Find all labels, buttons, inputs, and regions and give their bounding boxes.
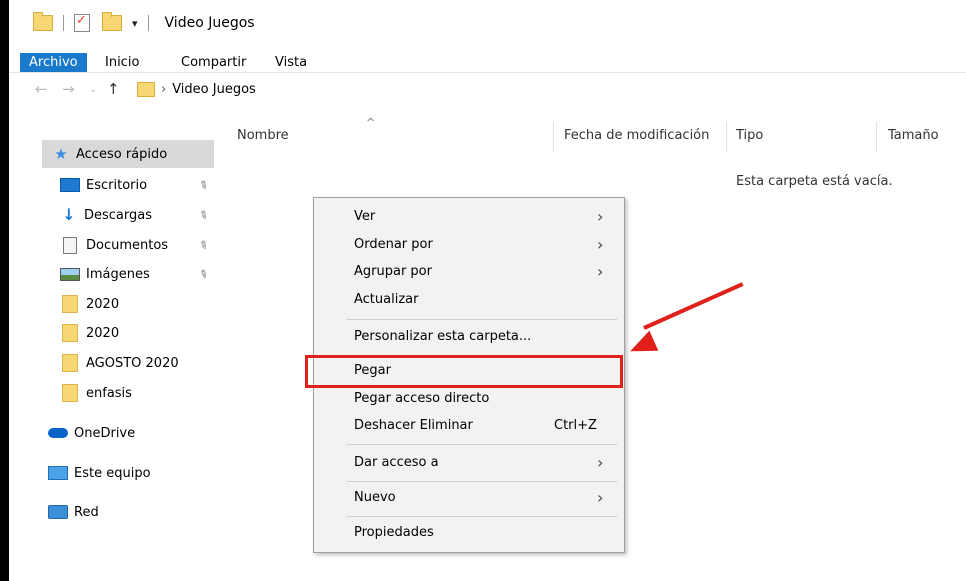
menu-item-ver[interactable]: Ver [354,206,375,228]
shortcut-ctrl-z: Ctrl+Z [554,418,597,433]
forward-arrow-icon[interactable]: → [62,80,75,98]
column-header-name[interactable]: Nombre [237,128,289,143]
submenu-chevron-icon: › [597,453,604,472]
pin-icon: ✎ [196,207,211,223]
customize-toolbar-dropdown-icon[interactable]: ▾ [132,17,138,30]
tab-archivo[interactable]: Archivo [20,53,87,72]
network-icon [48,505,68,519]
left-edge-bar [0,0,9,581]
menu-item-nuevo[interactable]: Nuevo [354,487,396,509]
folder-icon [62,324,78,342]
sidebar-item-label: 2020 [86,296,120,312]
column-divider[interactable] [553,122,554,152]
menu-separator [347,444,617,445]
sidebar-item-este-equipo[interactable]: Este equipo [48,459,214,487]
tab-inicio[interactable]: Inicio [97,53,147,72]
title-bar: ▾ Video Juegos [9,0,966,42]
download-icon: ↓ [62,205,76,224]
sidebar-item-red[interactable]: Red [48,498,214,526]
column-header-date[interactable]: Fecha de modificación [564,128,709,143]
folder-icon [137,81,155,97]
quick-access-toolbar: ▾ Video Juegos [33,12,255,32]
sidebar-item-label: Descargas [84,207,153,223]
pin-icon: ✎ [196,237,211,253]
sidebar-item-label: OneDrive [74,425,136,441]
sidebar-item-escritorio[interactable]: Escritorio ✎ [60,171,214,199]
folder-icon [33,12,53,31]
folder-icon [62,354,78,372]
submenu-chevron-icon: › [597,235,604,254]
menu-separator [347,481,617,482]
new-folder-icon[interactable] [102,12,122,31]
pin-icon: ✎ [196,266,211,282]
sidebar-item-imagenes[interactable]: Imágenes ✎ [60,260,214,288]
column-header-size[interactable]: Tamaño [888,128,939,143]
back-arrow-icon[interactable]: ← [35,80,48,98]
properties-icon[interactable] [74,13,90,32]
pictures-icon [60,267,80,281]
sort-ascending-icon: ^ [366,116,376,129]
tab-compartir[interactable]: Compartir [173,53,254,72]
sidebar-item-label: Acceso rápido [76,146,168,162]
menu-item-personalizar[interactable]: Personalizar esta carpeta... [354,326,531,348]
computer-icon [48,466,68,480]
sidebar-item-documentos[interactable]: Documentos ✎ [60,231,214,259]
sidebar-item-agosto-2020[interactable]: AGOSTO 2020 [60,349,214,377]
menu-item-deshacer-eliminar[interactable]: Deshacer Eliminar [354,415,473,437]
menu-separator [347,319,617,320]
sidebar-item-onedrive[interactable]: OneDrive [48,419,214,447]
annotation-highlight-box [305,355,623,388]
menu-separator [347,516,617,517]
sidebar-item-label: Imágenes [86,266,150,282]
folder-icon [62,384,78,402]
cloud-icon [48,428,68,438]
pin-icon: ✎ [196,177,211,193]
recent-locations-chevron-icon[interactable]: ⌄ [89,84,97,95]
sidebar-item-label: enfasis [86,385,132,401]
star-icon: ★ [54,145,68,163]
empty-folder-message: Esta carpeta está vacía. [736,174,893,189]
sidebar-item-2020[interactable]: 2020 [60,290,214,318]
ribbon-tabs: Archivo Inicio Compartir Vista [9,42,966,73]
submenu-chevron-icon: › [597,488,604,507]
sidebar-item-label: 2020 [86,325,120,341]
window-title: Video Juegos [164,15,255,31]
annotation-arrow-shaft [643,282,744,330]
sidebar-item-quick-access[interactable]: ★ Acceso rápido [42,140,214,168]
column-divider[interactable] [726,122,727,152]
sidebar-item-enfasis[interactable]: enfasis [60,379,214,407]
menu-item-agrupar-por[interactable]: Agrupar por [354,261,432,283]
sidebar-item-descargas[interactable]: ↓ Descargas ✎ [60,201,214,229]
address-bar[interactable]: › Video Juegos [137,78,966,100]
sidebar-item-label: Escritorio [86,177,148,193]
column-divider[interactable] [876,122,877,152]
annotation-arrow-head [625,330,659,362]
sidebar-item-label: Este equipo [74,465,151,481]
toolbar-separator [63,15,64,31]
desktop-icon [60,178,80,192]
submenu-chevron-icon: › [597,207,604,226]
toolbar-separator [147,15,149,31]
menu-item-dar-acceso-a[interactable]: Dar acceso a [354,452,439,474]
sidebar-item-2020-b[interactable]: 2020 [60,319,214,347]
folder-icon [62,295,78,313]
submenu-chevron-icon: › [597,262,604,281]
sidebar-item-label: Documentos [86,237,169,253]
sidebar-item-label: Red [74,504,99,520]
menu-item-ordenar-por[interactable]: Ordenar por [354,234,433,256]
sidebar-item-label: AGOSTO 2020 [86,355,179,371]
column-header-type[interactable]: Tipo [736,128,763,143]
column-headers: ^ Nombre Fecha de modificación Tipo Tama… [225,116,966,154]
up-arrow-icon[interactable]: ↑ [107,80,120,98]
breadcrumb-chevron-icon[interactable]: › [161,82,166,97]
menu-item-propiedades[interactable]: Propiedades [354,522,434,544]
tab-vista[interactable]: Vista [267,53,315,72]
menu-item-pegar-acceso-directo[interactable]: Pegar acceso directo [354,388,489,410]
document-icon [63,236,77,254]
navigation-bar: ← → ⌄ ↑ › Video Juegos [9,76,966,104]
breadcrumb-video-juegos[interactable]: Video Juegos [172,82,256,97]
menu-item-actualizar[interactable]: Actualizar [354,289,418,311]
